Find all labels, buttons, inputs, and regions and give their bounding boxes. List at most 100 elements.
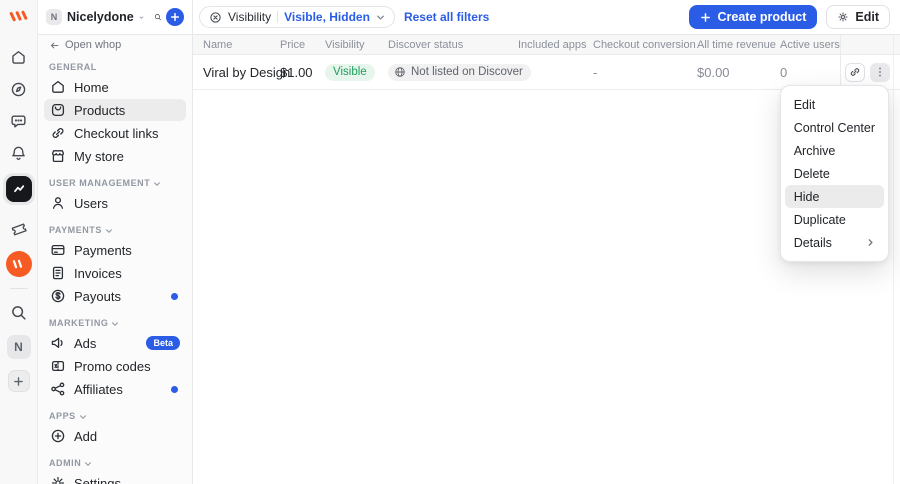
sidebar-item-add-app[interactable]: Add xyxy=(44,425,186,447)
rail-divider xyxy=(9,288,28,289)
workspace-switcher[interactable]: N Nicelydone xyxy=(38,0,192,35)
chevron-down-icon xyxy=(377,15,384,20)
row-context-menu: Edit Control Center Archive Delete Hide … xyxy=(779,85,889,262)
notifications-bell-icon[interactable] xyxy=(10,145,27,162)
header-visibility[interactable]: Visibility xyxy=(321,35,388,54)
sidebar-item-users[interactable]: Users xyxy=(44,192,186,214)
reset-filters-link[interactable]: Reset all filters xyxy=(404,10,489,24)
open-whop-link[interactable]: Open whop xyxy=(38,35,192,55)
create-button[interactable] xyxy=(166,8,184,26)
notification-dot xyxy=(171,385,178,393)
discover-status-badge: Not listed on Discover xyxy=(388,63,531,81)
tickets-icon[interactable] xyxy=(10,220,28,238)
header-edge xyxy=(893,35,900,54)
header-name[interactable]: Name xyxy=(193,35,280,54)
chevron-down-icon xyxy=(105,228,112,233)
explore-icon[interactable] xyxy=(10,81,27,98)
header-active-users[interactable]: Active users xyxy=(780,35,840,54)
row-actions xyxy=(840,55,893,89)
discover-status-cell: Not listed on Discover xyxy=(388,55,531,89)
section-user-management[interactable]: User management xyxy=(49,178,181,189)
link-icon xyxy=(50,125,66,141)
workspace-initial-badge: N xyxy=(46,9,62,25)
sidebar-item-affiliates[interactable]: Affiliates xyxy=(44,378,186,400)
section-general: General xyxy=(49,62,97,72)
search-rail-icon[interactable] xyxy=(10,304,27,321)
sidebar-item-ads[interactable]: Ads Beta xyxy=(44,332,186,354)
header-all-time-revenue[interactable]: All time revenue xyxy=(697,35,780,54)
section-marketing[interactable]: Marketing xyxy=(49,318,181,329)
chevron-right-icon xyxy=(868,239,873,246)
product-name[interactable]: Viral by Design xyxy=(193,55,290,89)
menu-item-control-center[interactable]: Control Center xyxy=(785,116,884,139)
all-time-revenue-cell: $0.00 xyxy=(697,64,730,80)
sidebar-item-my-store[interactable]: My store xyxy=(44,145,186,167)
box-icon xyxy=(50,102,66,118)
filter-divider xyxy=(277,11,279,23)
home-icon[interactable] xyxy=(10,49,27,66)
workspace-name: Nicelydone xyxy=(67,10,134,24)
sidebar-item-checkout-links[interactable]: Checkout links xyxy=(44,122,186,144)
sidebar-nav: General Home Products Checkout links My … xyxy=(38,62,192,484)
header-actions xyxy=(840,35,893,54)
circle-x-icon[interactable] xyxy=(209,11,222,24)
active-app-highlight[interactable] xyxy=(2,173,35,205)
sidebar-item-products[interactable]: Products xyxy=(44,99,186,121)
chevron-down-icon xyxy=(139,15,143,19)
menu-item-delete[interactable]: Delete xyxy=(785,162,884,185)
filter-label: Visibility xyxy=(228,10,272,24)
section-payments[interactable]: Payments xyxy=(49,225,181,236)
sidebar-item-promo-codes[interactable]: Promo codes xyxy=(44,355,186,377)
community-avatar[interactable] xyxy=(5,251,32,277)
notification-dot xyxy=(171,292,178,300)
gear-icon xyxy=(838,12,848,22)
row-menu-button[interactable] xyxy=(870,62,890,82)
sidebar-item-payouts[interactable]: Payouts xyxy=(44,285,186,307)
visible-badge: Visible xyxy=(325,63,375,81)
add-workspace-button[interactable] xyxy=(7,370,30,392)
menu-item-hide[interactable]: Hide xyxy=(784,185,884,208)
sidebar-item-invoices[interactable]: Invoices xyxy=(44,262,186,284)
included-apps-cell xyxy=(518,55,593,89)
sidebar: N Nicelydone Open whop General Home Prod… xyxy=(38,0,193,484)
workspace-avatar[interactable]: N xyxy=(6,335,31,359)
home-icon xyxy=(50,79,66,95)
table-header: Name Price Visibility Discover status In… xyxy=(193,35,900,55)
chat-icon[interactable] xyxy=(10,113,27,130)
active-users-cell: 0 xyxy=(780,64,788,80)
edit-columns-button[interactable]: Edit xyxy=(826,5,890,29)
section-apps[interactable]: Apps xyxy=(49,411,181,422)
user-icon xyxy=(50,195,66,211)
arrow-left-icon xyxy=(50,42,59,48)
sidebar-item-settings[interactable]: Settings xyxy=(44,472,186,484)
header-price[interactable]: Price xyxy=(280,35,321,54)
dashboard-chart-icon xyxy=(5,176,32,202)
dollar-circle-icon xyxy=(50,288,66,304)
filter-value[interactable]: Visible, Hidden xyxy=(284,10,370,24)
menu-item-details[interactable]: Details xyxy=(785,231,884,254)
menu-item-duplicate[interactable]: Duplicate xyxy=(785,208,884,231)
menu-item-archive[interactable]: Archive xyxy=(785,139,884,162)
app-rail: N xyxy=(0,0,38,484)
whop-logo-icon xyxy=(9,9,28,24)
link-icon xyxy=(850,68,860,76)
header-checkout-conversion[interactable]: Checkout conversion xyxy=(593,35,697,54)
chevron-down-icon xyxy=(85,461,92,466)
section-admin[interactable]: Admin xyxy=(49,458,181,469)
row-edge xyxy=(893,55,900,89)
header-discover-status[interactable]: Discover status xyxy=(388,35,518,54)
header-included-apps[interactable]: Included apps xyxy=(518,35,593,54)
filter-toolbar: Visibility Visible, Hidden Reset all fil… xyxy=(193,0,900,35)
menu-item-edit[interactable]: Edit xyxy=(785,93,884,116)
visibility-cell: Visible xyxy=(321,55,388,89)
visibility-filter-pill[interactable]: Visibility Visible, Hidden xyxy=(199,6,395,28)
copy-link-button[interactable] xyxy=(845,62,865,82)
table-right-edge xyxy=(893,55,894,484)
search-icon[interactable] xyxy=(154,10,162,24)
checkout-conversion-cell: - xyxy=(593,64,598,80)
sidebar-item-home[interactable]: Home xyxy=(44,76,186,98)
create-product-button[interactable]: Create product xyxy=(689,5,818,29)
globe-icon xyxy=(395,67,405,77)
plus-icon xyxy=(701,12,711,22)
sidebar-item-payments[interactable]: Payments xyxy=(44,239,186,261)
